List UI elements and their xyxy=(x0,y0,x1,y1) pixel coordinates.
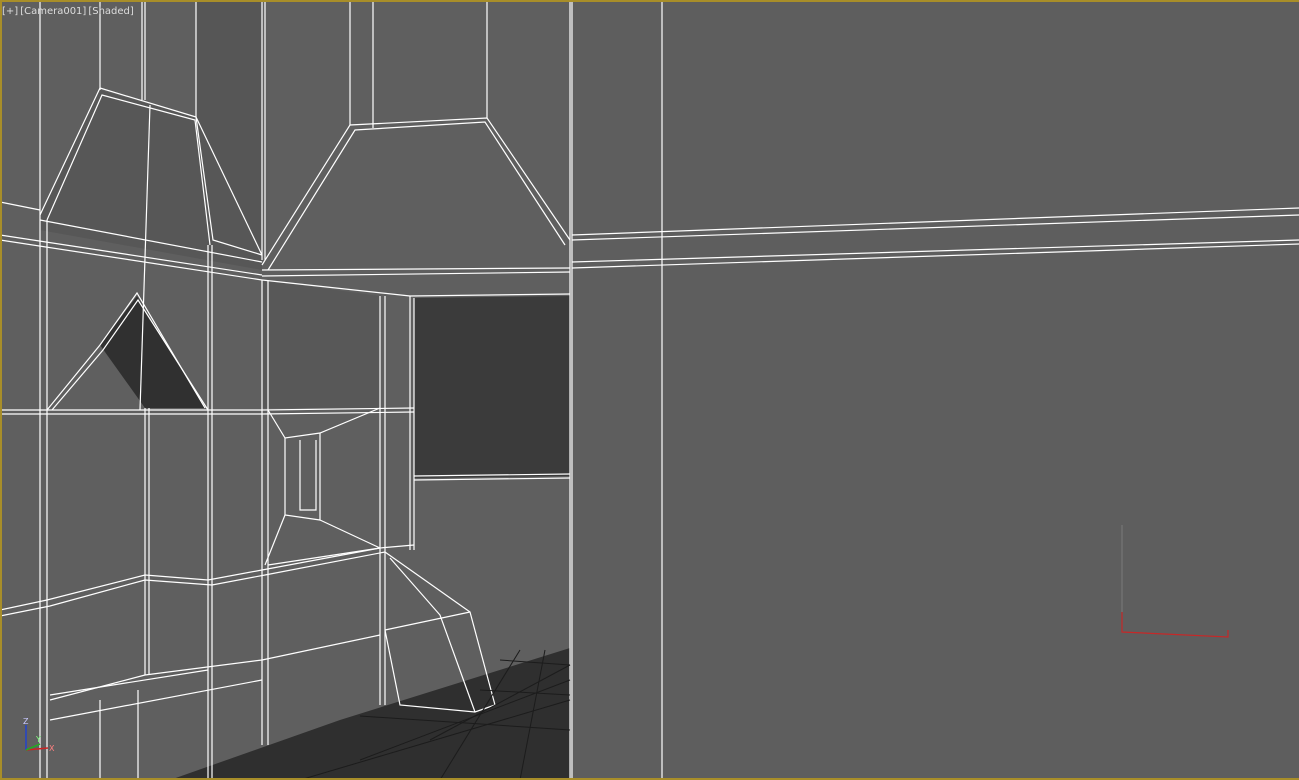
y-axis-label: Y xyxy=(35,735,41,744)
wall-right-face xyxy=(572,0,1299,780)
x-axis-label: X xyxy=(49,744,55,753)
dark-arch-face xyxy=(100,296,205,408)
axis-gizmo: Z X Y xyxy=(23,717,55,753)
scene-canvas[interactable]: Z X Y xyxy=(0,0,1299,780)
active-viewport-border-left xyxy=(0,0,2,780)
camera-viewport[interactable]: Z X Y [+] [Camera001] [Shaded] xyxy=(0,0,1299,780)
dark-window-face xyxy=(414,296,570,478)
viewport-menu-button[interactable]: [+] xyxy=(2,6,18,17)
z-axis-label: Z xyxy=(23,717,29,726)
viewport-label: [+] [Camera001] [Shaded] xyxy=(2,6,134,17)
shading-mode-button[interactable]: [Shaded] xyxy=(88,6,133,17)
inner-corridor-face xyxy=(262,280,380,408)
camera-selector-button[interactable]: [Camera001] xyxy=(20,6,86,17)
active-viewport-border-top xyxy=(0,0,1299,2)
floor-face xyxy=(170,648,570,780)
